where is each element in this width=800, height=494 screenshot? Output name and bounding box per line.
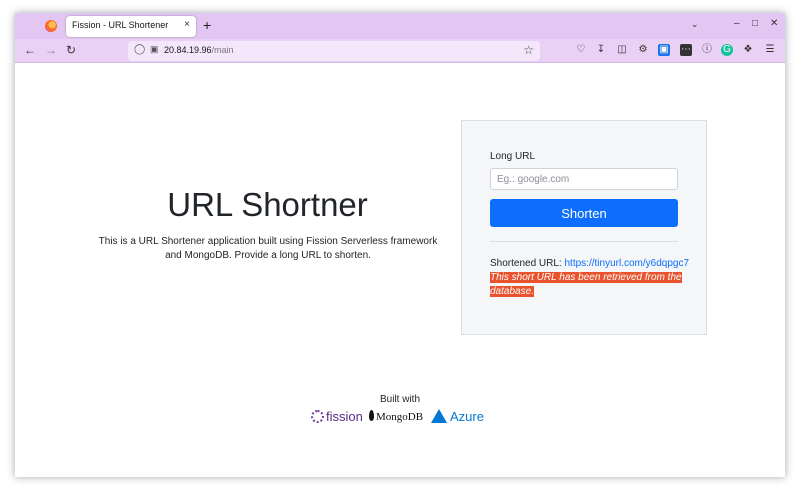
back-arrow-icon[interactable]: ← [24, 43, 36, 57]
tab-active[interactable]: Fission - URL Shortener × [66, 16, 196, 37]
azure-logo: Azure [431, 409, 484, 424]
mongodb-leaf-icon [369, 410, 374, 421]
tab-strip: Fission - URL Shortener × + ⌄ – □ ✕ [15, 13, 785, 39]
fission-mark-icon [311, 410, 324, 423]
mongodb-logo-text: MongoDB [376, 411, 424, 423]
chevron-down-icon[interactable]: ⌄ [691, 19, 699, 30]
close-window-button[interactable]: ✕ [770, 18, 778, 29]
sidebar-icon[interactable]: ◫ [616, 44, 628, 56]
page-content: URL Shortner This is a URL Shortener app… [15, 64, 785, 477]
long-url-label: Long URL [490, 151, 536, 162]
extension-dots-icon[interactable]: ⋯ [680, 44, 692, 56]
logo-row: fission MongoDB Azure [311, 407, 501, 427]
firefox-icon[interactable] [45, 20, 57, 32]
reload-icon[interactable]: ↻ [66, 43, 76, 57]
divider [490, 241, 678, 242]
shortened-url-link[interactable]: https://tinyurl.com/y6dqpgc7 [565, 258, 690, 269]
page-title: URL Shortner [167, 186, 368, 223]
maximize-button[interactable]: □ [752, 18, 758, 29]
download-icon[interactable]: ↧ [595, 44, 607, 56]
forward-arrow-icon[interactable]: → [45, 43, 57, 57]
new-tab-button[interactable]: + [203, 17, 211, 33]
bookmark-star-icon[interactable]: ☆ [523, 43, 534, 57]
address-bar[interactable]: ◯ ▣ 20.84.19.96/main ☆ [128, 41, 540, 61]
lock-icon[interactable]: ▣ [150, 44, 159, 55]
desktop: Fission - URL Shortener × + ⌄ – □ ✕ ← → … [0, 0, 800, 494]
azure-logo-text: Azure [450, 409, 484, 424]
mongodb-logo: MongoDB [369, 410, 423, 423]
tab-title: Fission - URL Shortener [72, 20, 169, 30]
extensions-puzzle-icon[interactable]: ❖ [742, 44, 754, 56]
retrieved-notice: This short URL has been retrieved from t… [490, 272, 682, 297]
screenshot-icon[interactable]: ⚙ [637, 44, 649, 56]
url-text[interactable]: 20.84.19.96/main [164, 45, 234, 55]
menu-icon[interactable]: ☰ [764, 44, 776, 56]
url-host: 20.84.19.96 [164, 45, 212, 55]
result-block: Shortened URL: https://tinyurl.com/y6dqp… [490, 257, 695, 299]
browser-window: Fission - URL Shortener × + ⌄ – □ ✕ ← → … [15, 13, 785, 477]
azure-mark-icon [431, 409, 447, 423]
shortener-card: Long URL Shorten Shortened URL: https://… [461, 120, 707, 335]
close-tab-icon[interactable]: × [184, 19, 190, 30]
grammarly-icon[interactable]: G [721, 44, 733, 56]
url-path: /main [211, 45, 234, 55]
fission-logo: fission [311, 409, 363, 424]
shield-icon[interactable]: ◯ [134, 44, 145, 55]
fission-logo-text: fission [326, 409, 363, 424]
navigation-bar: ← → ↻ ◯ ▣ 20.84.19.96/main ☆ ♡ ↧ ◫ ⚙ ▣ ⋯… [15, 39, 785, 63]
extension-icon[interactable]: ▣ [658, 44, 670, 56]
shorten-button[interactable]: Shorten [490, 199, 678, 227]
extension-info-icon[interactable]: ⓘ [701, 44, 713, 56]
built-with-label: Built with [379, 394, 420, 405]
shortened-url-label: Shortened URL: [490, 258, 562, 269]
page-description: This is a URL Shortener application buil… [98, 236, 438, 261]
pocket-icon[interactable]: ♡ [575, 44, 587, 56]
minimize-button[interactable]: – [734, 18, 740, 29]
long-url-input[interactable] [490, 168, 678, 190]
